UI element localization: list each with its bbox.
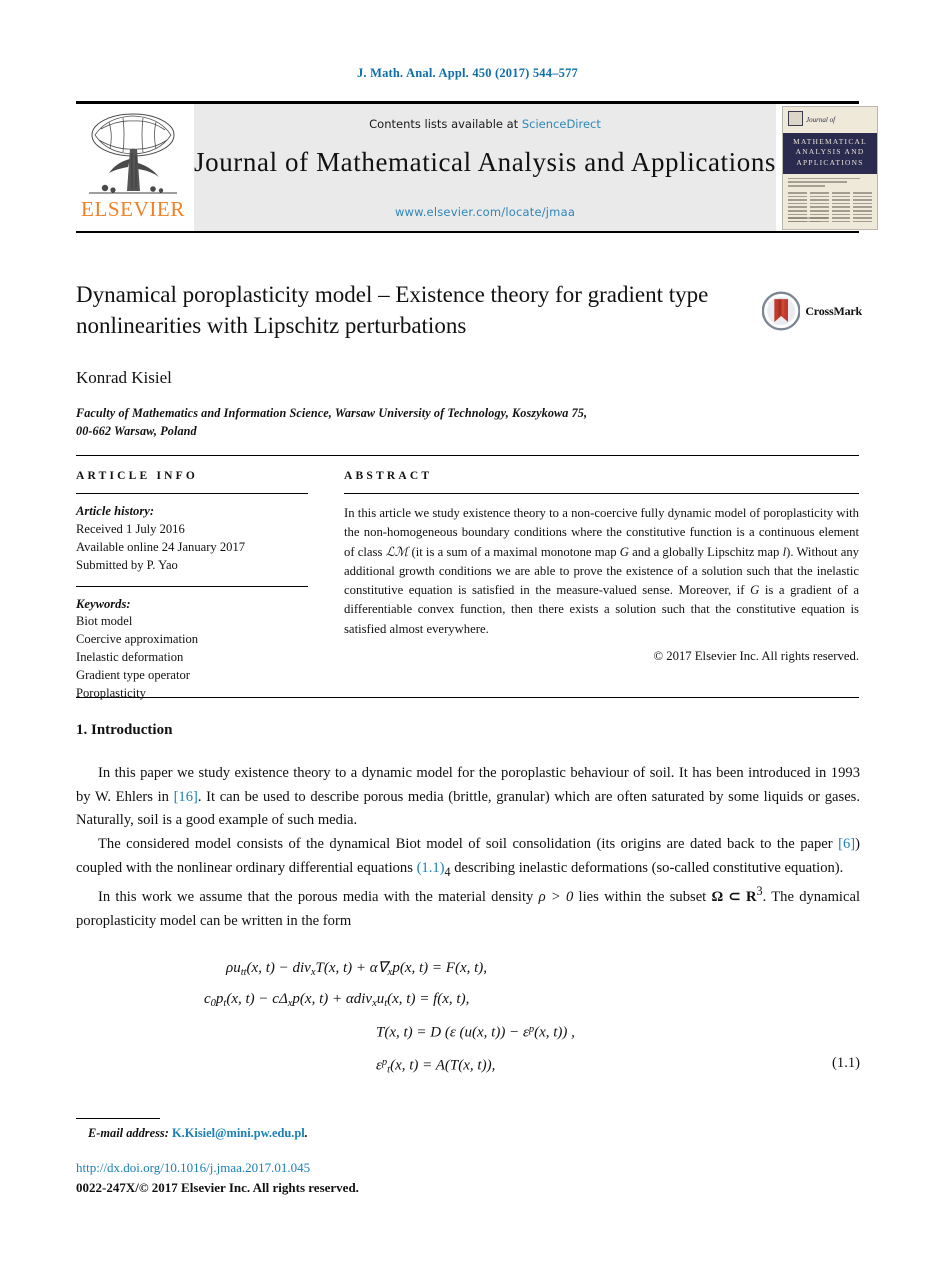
- author-name: Konrad Kisiel: [76, 368, 172, 388]
- abstract-heading: ABSTRACT: [344, 470, 433, 482]
- abstract-column: ABSTRACT In this article we study existe…: [344, 470, 859, 703]
- article-info-heading: ARTICLE INFO: [76, 470, 199, 482]
- abstract-symbol-G2: G: [750, 583, 760, 598]
- author-affiliation: Faculty of Mathematics and Information S…: [76, 404, 756, 441]
- running-head: J. Math. Anal. Appl. 450 (2017) 544–577: [356, 66, 578, 80]
- elsevier-logo: ELSEVIER: [76, 104, 190, 231]
- keyword-item: Inelastic deformation: [76, 650, 184, 665]
- p3-density-symbol: ρ > 0: [538, 889, 574, 906]
- journal-cover-thumbnail: Journal of MATHEMATICAL ANALYSIS AND APP…: [782, 105, 879, 230]
- p3-domain-symbol: Ω ⊂ R: [711, 889, 757, 906]
- keyword-item: Poroplasticity: [76, 685, 146, 700]
- doi-link[interactable]: http://dx.doi.org/10.1016/j.jmaa.2017.01…: [76, 1160, 310, 1176]
- reference-link-6[interactable]: [6]: [838, 836, 855, 852]
- eq2-d: p(x, t) + αdiv: [292, 991, 373, 1007]
- eq1-b: (x, t) − div: [246, 960, 311, 976]
- elsevier-wordmark: ELSEVIER: [81, 197, 185, 221]
- masthead-center: Contents lists available at ScienceDirec…: [194, 104, 777, 231]
- equation-line-4: εpt(x, t) = A(T(x, t)),: [76, 1057, 860, 1090]
- reference-link-16[interactable]: [16]: [174, 789, 198, 805]
- email-link[interactable]: K.Kisiel@mini.pw.edu.pl: [172, 1126, 305, 1140]
- title-block: Dynamical poroplasticity model – Existen…: [76, 280, 756, 441]
- crossmark-icon: [762, 291, 801, 331]
- info-abstract-columns: ARTICLE INFO Article history: Received 1…: [76, 470, 859, 703]
- cover-publisher-mark: [788, 110, 804, 126]
- equation-block-1-1: ρutt(x, t) − divxT(x, t) + α∇xp(x, t) = …: [76, 958, 860, 1090]
- abstract-heading-rule: [344, 493, 859, 494]
- cover-editor-lines: [783, 174, 877, 187]
- cover-title-band: MATHEMATICAL ANALYSIS AND APPLICATIONS: [783, 132, 878, 174]
- article-history-label: Article history:: [76, 504, 155, 518]
- p2-text-a: The considered model consists of the dyn…: [98, 835, 839, 852]
- abstract-copyright: © 2017 Elsevier Inc. All rights reserved…: [653, 649, 859, 664]
- eq3-b: (x, t)) ,: [534, 1024, 575, 1041]
- p3-text-b: lies within the subset: [573, 889, 712, 906]
- equation-line-2: c0pt(x, t) − cΔxp(x, t) + αdivxut(x, t) …: [76, 991, 860, 1071]
- email-period: .: [304, 1126, 308, 1140]
- paragraph-1: In this paper we study existence theory …: [76, 762, 860, 833]
- cover-band-line-3: APPLICATIONS: [796, 157, 864, 167]
- affiliation-line-2: 00-662 Warsaw, Poland: [76, 424, 197, 439]
- journal-homepage-link[interactable]: www.elsevier.com/locate/jmaa: [194, 205, 776, 219]
- equation-line-3: T(x, t) = D (ε (u(x, t)) − εp(x, t)) ,: [76, 1024, 860, 1057]
- crossmark-badge[interactable]: CrossMark: [762, 288, 862, 334]
- section-heading-introduction: 1. Introduction: [76, 722, 173, 738]
- history-keywords-rule: [76, 585, 308, 587]
- abstract-bottom-rule: [76, 697, 859, 698]
- issn-copyright-line: 0022-247X/© 2017 Elsevier Inc. All right…: [76, 1180, 359, 1195]
- cover-band-line-1: MATHEMATICAL: [793, 136, 867, 146]
- info-heading-rule: [76, 493, 308, 494]
- keywords-group: Keywords: Biot model Coercive approximat…: [76, 596, 308, 703]
- p2-text-c: describing inelastic deformations (so-ca…: [450, 859, 844, 876]
- footnote-separator-rule: [76, 1118, 160, 1119]
- abstract-text: In this article we study existence theor…: [344, 504, 859, 639]
- journal-masthead: ELSEVIER Contents lists available at Sci…: [76, 101, 879, 233]
- eq1-c: T(x, t) + α∇: [315, 960, 388, 976]
- page-title: Dynamical poroplasticity model – Existen…: [76, 282, 709, 338]
- keyword-item: Gradient type operator: [76, 668, 190, 682]
- introduction-body: In this paper we study existence theory …: [76, 762, 860, 933]
- equation-line-1: ρutt(x, t) − divxT(x, t) + α∇xp(x, t) = …: [76, 958, 860, 991]
- affiliation-line-1: Faculty of Mathematics and Information S…: [76, 406, 588, 421]
- cover-footer-lines: [788, 216, 872, 225]
- history-available-online: Available online 24 January 2017: [76, 539, 246, 554]
- abstract-part-2: (it is a sum of a maximal monotone map: [408, 544, 620, 559]
- history-submitted-by: Submitted by P. Yao: [76, 557, 178, 572]
- contents-prefix: Contents lists available at: [369, 117, 522, 131]
- keywords-label: Keywords:: [76, 596, 131, 611]
- contents-available-line: Contents lists available at ScienceDirec…: [369, 117, 601, 131]
- email-footnote: E-mail address: K.Kisiel@mini.pw.edu.pl.: [88, 1126, 308, 1141]
- p3-text-a: In this work we assume that the porous m…: [98, 889, 539, 906]
- cover-journal-of-label: Journal of: [806, 115, 836, 124]
- article-info-column: ARTICLE INFO Article history: Received 1…: [76, 470, 308, 703]
- abstract-symbol-G: G: [619, 544, 629, 559]
- title-bottom-rule: [76, 455, 859, 456]
- eq2-a: c: [204, 991, 211, 1007]
- cover-band-line-2: ANALYSIS AND: [795, 147, 865, 157]
- eq2-f: (x, t) = f(x, t),: [387, 991, 470, 1007]
- crossmark-label: CrossMark: [805, 303, 862, 318]
- paragraph-3: In this work we assume that the porous m…: [76, 882, 860, 933]
- email-label: E-mail address:: [88, 1126, 169, 1140]
- eq1-d: p(x, t) = F(x, t),: [392, 960, 488, 976]
- equation-link-1-1[interactable]: (1.1): [417, 860, 445, 876]
- article-history-group: Article history: Received 1 July 2016 Av…: [76, 503, 308, 575]
- eq4-b: (x, t) = A(T(x, t)),: [390, 1057, 496, 1074]
- history-received: Received 1 July 2016: [76, 521, 185, 536]
- eq2-c: (x, t) − cΔ: [226, 991, 288, 1007]
- paper-page: J. Math. Anal. Appl. 450 (2017) 544–577: [0, 0, 935, 1266]
- eq1-a: ρu: [226, 960, 241, 976]
- sciencedirect-link[interactable]: ScienceDirect: [522, 117, 601, 131]
- elsevier-tree-icon: [83, 109, 183, 201]
- abstract-class-symbol: ℒℳ: [385, 544, 409, 559]
- keyword-item: Biot model: [76, 614, 133, 629]
- keyword-item: Coercive approximation: [76, 632, 199, 647]
- abstract-part-3: and a globally Lipschitz map: [628, 544, 783, 559]
- journal-title: Journal of Mathematical Analysis and App…: [194, 147, 777, 177]
- paragraph-2: The considered model consists of the dyn…: [76, 833, 860, 882]
- eq3-a: T(x, t) = D (ε (u(x, t)) − ε: [376, 1024, 529, 1041]
